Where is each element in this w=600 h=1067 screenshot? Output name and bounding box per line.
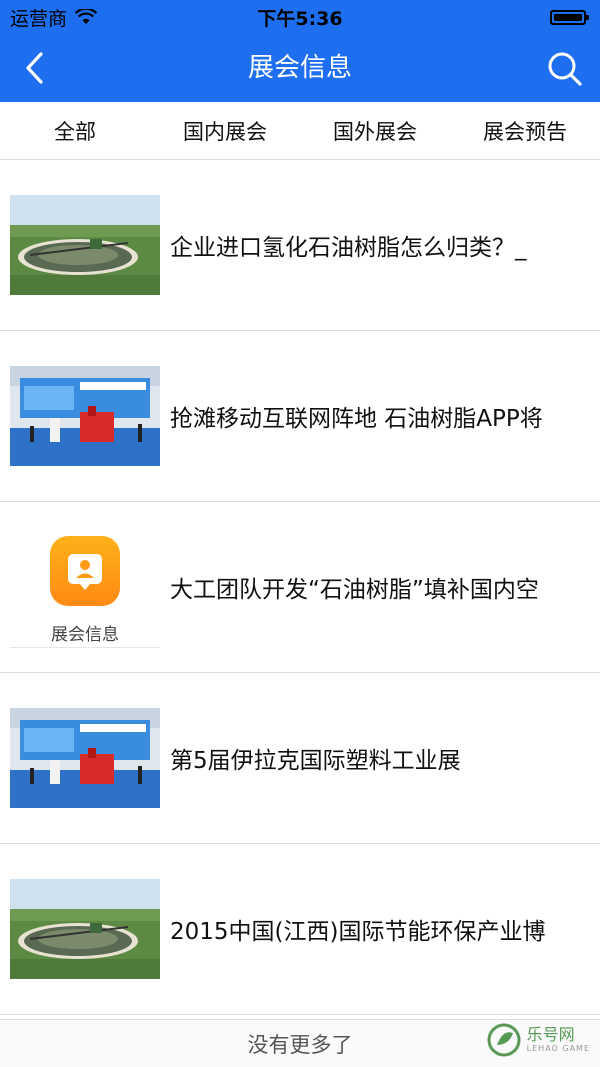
search-icon: [548, 52, 582, 86]
list-item[interactable]: 第5届伊拉克国际塑料工业展: [0, 673, 600, 844]
contact-card-icon: [50, 536, 120, 606]
nav-bar: 展会信息: [0, 34, 600, 102]
tab-overseas[interactable]: 国外展会: [300, 102, 450, 159]
item-title: 大工团队开发“石油树脂”填补国内空: [170, 577, 539, 603]
placeholder-label: 展会信息: [51, 625, 119, 645]
wifi-icon: [75, 9, 98, 24]
watermark-text: 乐号网 LEHAO GAME: [527, 1027, 590, 1053]
status-left: 运营商: [10, 4, 98, 31]
exhibition-booth-thumbnail: [10, 708, 160, 808]
tab-all[interactable]: 全部: [0, 102, 150, 159]
battery-icon: [550, 9, 589, 25]
page-title: 展会信息: [247, 53, 352, 83]
watermark-en: LEHAO GAME: [526, 1044, 590, 1053]
list-item[interactable]: 企业进口氢化石油树脂怎么归类？_: [0, 160, 600, 331]
tab-preview[interactable]: 展会预告: [450, 102, 600, 159]
watermark: 乐号网 LEHAO GAME: [487, 1023, 590, 1057]
tab-domestic[interactable]: 国内展会: [150, 102, 300, 159]
exhibition-list: 企业进口氢化石油树脂怎么归类？_ 抢滩移动互联网阵地 石油树脂APP将 展会信息…: [0, 160, 600, 1015]
leaf-logo-icon: [487, 1023, 521, 1057]
tab-bar: 全部 国内展会 国外展会 展会预告: [0, 102, 600, 160]
chevron-left-icon: [26, 52, 43, 84]
back-button[interactable]: [14, 48, 54, 88]
water-treatment-thumbnail: [10, 195, 160, 295]
water-treatment-thumbnail: [10, 879, 160, 979]
status-bar: 运营商 下午5:36: [0, 0, 600, 34]
exhibition-booth-thumbnail: [10, 366, 160, 466]
search-button[interactable]: [544, 48, 586, 90]
list-item[interactable]: 抢滩移动互联网阵地 石油树脂APP将: [0, 331, 600, 502]
carrier-label: 运营商: [10, 7, 68, 30]
footer-text: 没有更多了: [247, 1032, 353, 1057]
placeholder-thumbnail: 展会信息: [10, 522, 160, 648]
item-title: 第5届伊拉克国际塑料工业展: [170, 748, 461, 774]
list-item[interactable]: 展会信息 大工团队开发“石油树脂”填补国内空: [0, 502, 600, 673]
watermark-cn: 乐号网: [526, 1025, 575, 1044]
list-item[interactable]: 2015中国(江西)国际节能环保产业博: [0, 844, 600, 1015]
item-title: 企业进口氢化石油树脂怎么归类？_: [170, 235, 527, 261]
item-title: 2015中国(江西)国际节能环保产业博: [170, 919, 546, 945]
item-title: 抢滩移动互联网阵地 石油树脂APP将: [170, 406, 543, 432]
